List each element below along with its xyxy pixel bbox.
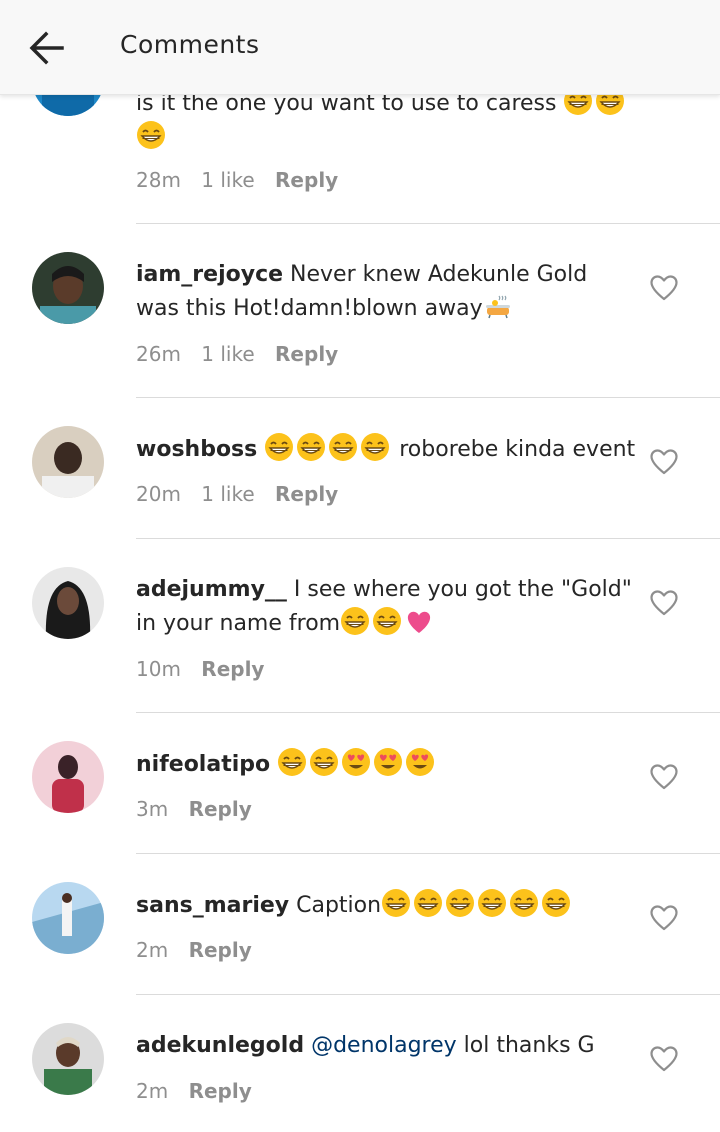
avatar[interactable] bbox=[32, 882, 104, 954]
comment-meta: 2m Reply bbox=[136, 938, 266, 962]
comment-meta: 26m 1 like Reply bbox=[136, 342, 352, 366]
heart-eyes-emoji-icon bbox=[405, 747, 435, 777]
reply-button[interactable]: Reply bbox=[189, 1079, 252, 1103]
avatar[interactable] bbox=[32, 1023, 104, 1095]
comment-text: sans_mariey Caption bbox=[136, 888, 636, 922]
grinning-emoji-icon bbox=[477, 888, 507, 918]
comment-username[interactable]: nifeolatipo bbox=[136, 752, 270, 777]
grinning-emoji-icon bbox=[541, 888, 571, 918]
comment-meta: 10m Reply bbox=[136, 657, 278, 681]
pink-heart-emoji-icon bbox=[404, 606, 434, 636]
divider bbox=[136, 223, 720, 224]
comment-time: 2m bbox=[136, 1079, 169, 1103]
reply-button[interactable]: Reply bbox=[275, 168, 338, 192]
grinning-emoji-icon bbox=[372, 606, 402, 636]
comment-username[interactable]: adejummy__ bbox=[136, 577, 287, 602]
like-heart-icon[interactable] bbox=[648, 902, 680, 934]
bathtub-emoji-icon bbox=[483, 291, 513, 321]
comment-text: woshboss roborebe kinda event bbox=[136, 432, 636, 466]
heart-eyes-emoji-icon bbox=[373, 747, 403, 777]
grinning-emoji-icon bbox=[509, 888, 539, 918]
grinning-emoji-icon bbox=[328, 432, 358, 462]
comment-time: 10m bbox=[136, 657, 181, 681]
comment-meta: 20m 1 like Reply bbox=[136, 482, 352, 506]
comment-text: adejummy__ I see where you got the "Gold… bbox=[136, 573, 636, 640]
reply-button[interactable]: Reply bbox=[201, 657, 264, 681]
comment-time: 28m bbox=[136, 168, 181, 192]
comment-time: 26m bbox=[136, 342, 181, 366]
grinning-emoji-icon bbox=[264, 432, 294, 462]
reply-button[interactable]: Reply bbox=[275, 342, 338, 366]
divider bbox=[136, 397, 720, 398]
comment-username[interactable]: iam_rejoyce bbox=[136, 262, 283, 287]
comment-meta: 2m Reply bbox=[136, 1079, 266, 1103]
comment-time: 3m bbox=[136, 797, 169, 821]
avatar[interactable] bbox=[32, 567, 104, 639]
comment-message: Caption bbox=[296, 893, 382, 918]
comment-message: roborebe kinda event bbox=[399, 437, 636, 462]
comment-mention[interactable]: @denolagrey bbox=[311, 1033, 457, 1058]
comment-time: 2m bbox=[136, 938, 169, 962]
heart-eyes-emoji-icon bbox=[341, 747, 371, 777]
reply-button[interactable]: Reply bbox=[189, 797, 252, 821]
grinning-emoji-icon bbox=[340, 606, 370, 636]
avatar[interactable] bbox=[32, 426, 104, 498]
likes-count[interactable]: 1 like bbox=[201, 168, 254, 192]
grinning-emoji-icon bbox=[381, 888, 411, 918]
comment-meta: 3m Reply bbox=[136, 797, 266, 821]
comment-meta: 28m 1 like Reply bbox=[136, 168, 352, 192]
comment-username[interactable]: adekunlegold bbox=[136, 1033, 304, 1058]
divider bbox=[136, 712, 720, 713]
comment-text: is it the one you want to use to caress bbox=[136, 86, 636, 154]
grinning-emoji-icon bbox=[360, 432, 390, 462]
comments-list: is it the one you want to use to caress … bbox=[0, 0, 720, 1132]
divider bbox=[136, 538, 720, 539]
comment-message: lol thanks G bbox=[463, 1033, 595, 1058]
grinning-emoji-icon bbox=[136, 120, 166, 150]
like-heart-icon[interactable] bbox=[648, 587, 680, 619]
like-heart-icon[interactable] bbox=[648, 1043, 680, 1075]
page-title: Comments bbox=[120, 30, 260, 59]
likes-count[interactable]: 1 like bbox=[201, 482, 254, 506]
grinning-emoji-icon bbox=[296, 432, 326, 462]
divider bbox=[136, 853, 720, 854]
likes-count[interactable]: 1 like bbox=[201, 342, 254, 366]
like-heart-icon[interactable] bbox=[648, 761, 680, 793]
divider bbox=[136, 994, 720, 995]
comment-time: 20m bbox=[136, 482, 181, 506]
grinning-emoji-icon bbox=[309, 747, 339, 777]
comment-username[interactable]: sans_mariey bbox=[136, 893, 289, 918]
reply-button[interactable]: Reply bbox=[275, 482, 338, 506]
like-heart-icon[interactable] bbox=[648, 446, 680, 478]
comment-username[interactable]: woshboss bbox=[136, 437, 257, 462]
app-header: Comments bbox=[0, 0, 720, 95]
grinning-emoji-icon bbox=[413, 888, 443, 918]
avatar[interactable] bbox=[32, 252, 104, 324]
like-heart-icon[interactable] bbox=[648, 272, 680, 304]
comment-text: iam_rejoyce Never knew Adekunle Gold was… bbox=[136, 258, 636, 325]
avatar[interactable] bbox=[32, 741, 104, 813]
reply-button[interactable]: Reply bbox=[189, 938, 252, 962]
comment-text: nifeolatipo bbox=[136, 747, 636, 781]
grinning-emoji-icon bbox=[445, 888, 475, 918]
comment-text: adekunlegold @denolagrey lol thanks G bbox=[136, 1029, 636, 1062]
back-arrow-icon[interactable] bbox=[22, 22, 74, 74]
grinning-emoji-icon bbox=[277, 747, 307, 777]
